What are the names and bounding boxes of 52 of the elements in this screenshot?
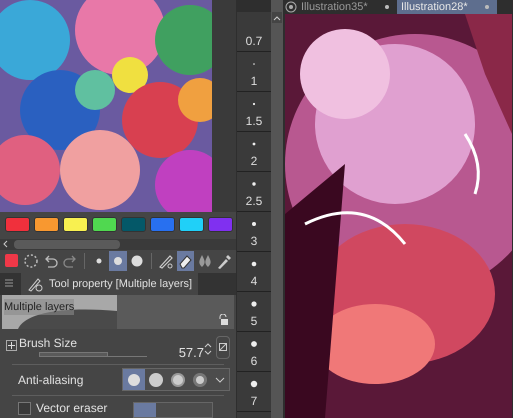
brush-size-label: Brush Size [19,336,78,350]
expand-icon[interactable] [6,340,17,351]
redo-icon [62,252,78,269]
eraser-button[interactable] [176,250,194,271]
preset-name: Multiple layers [4,298,74,316]
brush-size-slider[interactable] [39,352,147,357]
document-tab[interactable]: Illustration28* [397,0,497,14]
vector-eraser-label: Vector eraser [36,402,108,414]
anti-aliasing-selector[interactable] [122,368,230,392]
anti-aliasing-option[interactable] [123,369,145,390]
dot-icon [250,180,258,188]
pressure-button[interactable] [216,336,230,359]
medium-dot-button[interactable] [109,250,127,271]
water-drops-icon [196,252,213,269]
menu-icon[interactable] [5,278,13,287]
crossed-square-icon [219,343,227,352]
circle-icon [147,370,165,389]
undo-icon [42,252,59,269]
pen-gear-icon [27,276,43,292]
eraser-icon [177,252,194,269]
pen-icon [158,252,174,269]
scrollbar-thumb[interactable] [14,240,120,249]
panel-tab[interactable]: Tool property [Multiple layers] [21,272,198,295]
color-swatch[interactable] [179,217,204,232]
dot-icon [250,260,258,268]
anti-aliasing-label: Anti-aliasing [18,372,84,389]
dot-icon [250,380,258,388]
dot-icon [250,140,258,148]
circle-icon [169,370,187,389]
color-swatch[interactable] [92,217,117,232]
checkbox[interactable] [18,402,31,415]
dot-icon [250,300,258,308]
circle-icon [191,370,209,389]
color-swatch[interactable] [5,217,30,232]
color-swatch[interactable] [63,217,88,232]
eyedropper-icon [216,252,232,269]
document-tab[interactable]: Illustration35* [297,0,397,14]
lock-icon[interactable] [218,314,228,325]
dot-icon [250,220,258,228]
color-swatch[interactable] [150,217,175,232]
dropdown-icon[interactable] [214,376,226,384]
large-dot-icon [129,252,146,269]
dotted-circle-icon [23,252,40,269]
scroll-up-button[interactable] [272,12,282,23]
brush-size-value: 57.7 [178,344,204,362]
color-swatch[interactable] [121,217,146,232]
color-swatch[interactable] [208,217,233,232]
dot-icon [250,100,258,108]
scroll-left-icon[interactable] [2,240,8,248]
spinner-icon[interactable] [204,340,212,357]
color-swatch[interactable] [34,217,59,232]
dot-icon [250,340,258,348]
